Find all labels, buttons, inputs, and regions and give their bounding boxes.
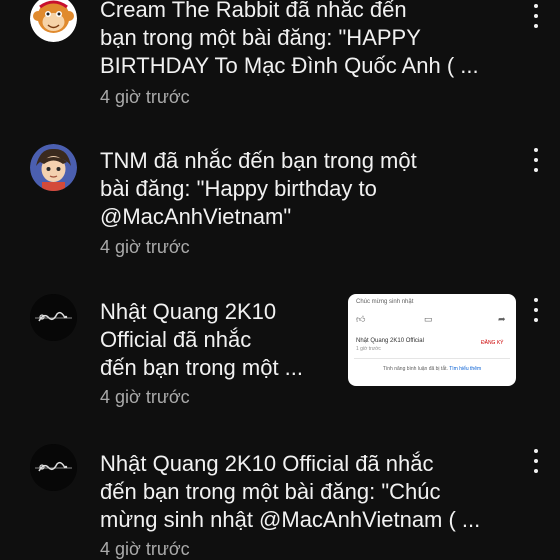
more-options-icon[interactable] <box>526 148 546 172</box>
notification-text-line: Nhật Quang 2K10 <box>100 299 277 324</box>
notification-timestamp: 4 giờ trước <box>100 237 190 257</box>
thumbnail-caption: Chúc mừng sinh nhật <box>356 299 414 305</box>
notification-text[interactable]: TNM đã nhắc đến bạn trong một bài đăng: … <box>100 147 417 231</box>
thumbnail-channel-name: Nhật Quang 2K10 Official <box>356 338 424 344</box>
notification-timestamp: 4 giờ trước <box>100 387 190 407</box>
more-options-icon[interactable] <box>526 298 546 322</box>
notification-text[interactable]: Nhật Quang 2K10 Official đã nhắc đến bạn… <box>100 450 480 534</box>
share-icon: ➦ <box>498 314 506 324</box>
notification-text-line: Cream The Rabbit đã nhắc đến <box>100 0 407 22</box>
nhat-quang-logo-avatar-icon[interactable] <box>30 294 77 341</box>
notification-text-line: BIRTHDAY To Mạc Đình Quốc Anh ( ... <box>100 53 479 78</box>
notification-text-line: bài đăng: "Happy birthday to <box>100 176 377 201</box>
anime-character-avatar-icon[interactable] <box>30 144 77 191</box>
notification-text-line: Nhật Quang 2K10 Official đã nhắc <box>100 451 434 476</box>
more-options-icon[interactable] <box>526 4 546 28</box>
notification-text-line: đến bạn trong một ... <box>100 355 304 380</box>
notification-text-line: bạn trong một bài đăng: "HAPPY <box>100 25 421 50</box>
notification-timestamp: 4 giờ trước <box>100 87 190 107</box>
post-thumbnail[interactable]: Chúc mừng sinh nhật 👍︎ ▭ ➦ Nhật Quang 2K… <box>348 294 516 386</box>
more-options-icon[interactable] <box>526 449 546 473</box>
notification-text-line: mừng sinh nhật @MacAnhVietnam ( ... <box>100 507 481 532</box>
notification-text-line: Official đã nhắc <box>100 327 252 352</box>
thumbnail-action-icons: 👍︎ ▭ ➦ <box>356 314 508 326</box>
thumbnail-subscribe-label: ĐĂNG KÝ <box>481 340 504 346</box>
nhat-quang-logo-avatar-icon[interactable] <box>30 444 77 491</box>
thumbnail-footer: Tính năng bình luận đã bị tắt. Tìm hiểu … <box>348 366 516 372</box>
monkey-avatar-icon[interactable] <box>30 0 77 42</box>
thumbs-up-icon: 👍︎ <box>356 314 366 324</box>
thumbnail-divider <box>354 358 510 359</box>
thumbnail-footer-link: Tìm hiểu thêm <box>449 366 482 372</box>
notification-text-line: đến bạn trong một bài đăng: "Chúc <box>100 479 441 504</box>
notification-text-line: TNM đã nhắc đến bạn trong một <box>100 148 417 173</box>
notification-text[interactable]: Nhật Quang 2K10 Official đã nhắc đến bạn… <box>100 298 303 382</box>
comment-icon: ▭ <box>424 314 433 324</box>
notification-timestamp: 4 giờ trước <box>100 539 190 559</box>
notification-text[interactable]: Cream The Rabbit đã nhắc đến bạn trong m… <box>100 0 479 80</box>
notification-text-line: @MacAnhVietnam" <box>100 204 292 229</box>
thumbnail-footer-text: Tính năng bình luận đã bị tắt. <box>382 366 448 372</box>
thumbnail-subtext: 1 giờ trước <box>356 346 381 352</box>
